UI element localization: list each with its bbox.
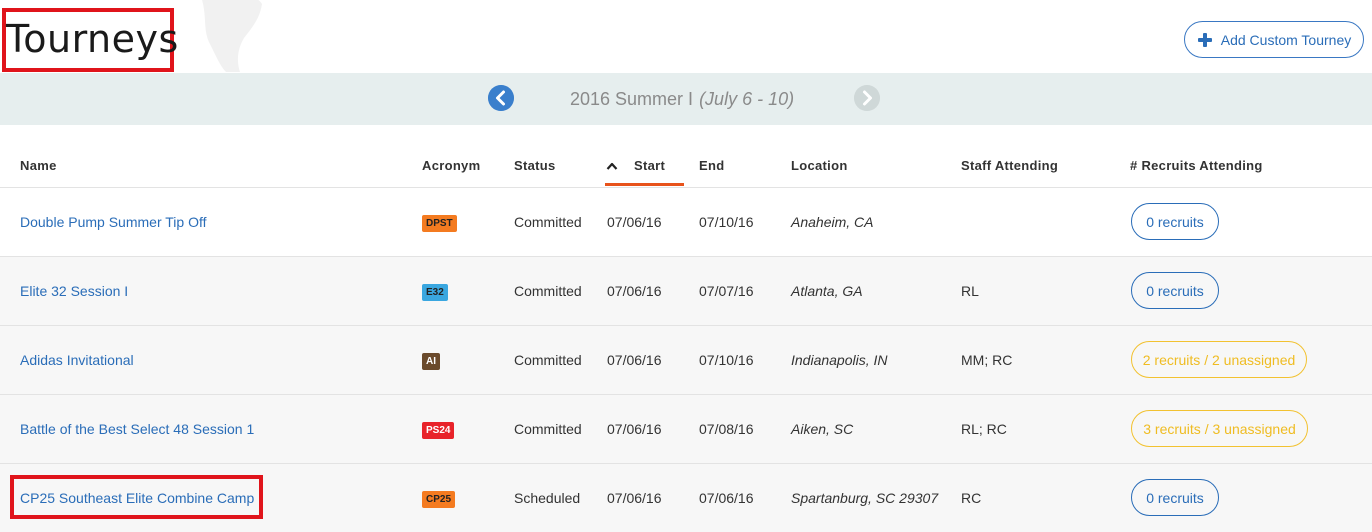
staff-cell: RC: [961, 490, 982, 506]
acronym-badge: PS24: [422, 422, 455, 439]
status-cell: Scheduled: [514, 490, 581, 506]
start-date-cell: 07/06/16: [607, 490, 662, 506]
column-header-name[interactable]: Name: [20, 158, 57, 173]
column-header-acronym[interactable]: Acronym: [422, 158, 480, 173]
column-header-location[interactable]: Location: [791, 158, 848, 173]
staff-cell: RL; RC: [961, 421, 1007, 437]
start-date-cell: 07/06/16: [607, 283, 662, 299]
add-custom-tourney-label: Add Custom Tourney: [1220, 31, 1352, 48]
row-highlight-box: [10, 475, 263, 519]
sort-indicator: [605, 183, 684, 186]
staff-cell: MM; RC: [961, 352, 1013, 368]
tourney-name-link[interactable]: Double Pump Summer Tip Off: [20, 214, 206, 230]
tourney-name-link[interactable]: Adidas Invitational: [20, 352, 134, 368]
period-name: 2016 Summer I: [570, 89, 694, 109]
column-header-end[interactable]: End: [699, 158, 724, 173]
next-period-icon[interactable]: [854, 85, 880, 111]
end-date-cell: 07/10/16: [699, 352, 754, 368]
sort-ascending-icon[interactable]: [606, 161, 618, 171]
end-date-cell: 07/10/16: [699, 214, 754, 230]
location-cell: Spartanburg, SC 29307: [791, 490, 939, 506]
recruits-button[interactable]: 3 recruits / 3 unassigned: [1131, 410, 1308, 447]
period-label: 2016 Summer I (July 6 - 10): [570, 89, 794, 110]
table-row[interactable]: Elite 32 Session I E32 Committed 07/06/1…: [0, 256, 1372, 325]
location-cell: Anaheim, CA: [791, 214, 874, 230]
add-custom-tourney-button[interactable]: Add Custom Tourney: [1184, 21, 1364, 58]
end-date-cell: 07/06/16: [699, 490, 754, 506]
table-row[interactable]: Double Pump Summer Tip Off DPST Committe…: [0, 187, 1372, 256]
start-date-cell: 07/06/16: [607, 421, 662, 437]
recruits-button[interactable]: 2 recruits / 2 unassigned: [1131, 341, 1307, 378]
acronym-badge: AI: [422, 353, 440, 370]
column-header-staff-attending[interactable]: Staff Attending: [961, 158, 1058, 173]
location-cell: Aiken, SC: [791, 421, 854, 437]
table-row[interactable]: Adidas Invitational AI Committed 07/06/1…: [0, 325, 1372, 394]
column-header-start[interactable]: Start: [634, 158, 665, 173]
start-date-cell: 07/06/16: [607, 214, 662, 230]
table-row[interactable]: Battle of the Best Select 48 Session 1 P…: [0, 394, 1372, 463]
status-cell: Committed: [514, 352, 582, 368]
status-cell: Committed: [514, 421, 582, 437]
recruits-button[interactable]: 0 recruits: [1131, 272, 1219, 309]
previous-period-icon[interactable]: [488, 85, 514, 111]
mascot-watermark-icon: [201, 0, 262, 72]
status-cell: Committed: [514, 214, 582, 230]
acronym-badge: DPST: [422, 215, 457, 232]
tourney-name-link[interactable]: Elite 32 Session I: [20, 283, 128, 299]
location-cell: Atlanta, GA: [791, 283, 863, 299]
status-cell: Committed: [514, 283, 582, 299]
plus-icon: [1197, 32, 1212, 47]
page-title: Tourneys: [6, 17, 179, 61]
tourney-name-link[interactable]: Battle of the Best Select 48 Session 1: [20, 421, 254, 437]
end-date-cell: 07/07/16: [699, 283, 754, 299]
period-dates: (July 6 - 10): [699, 89, 795, 109]
acronym-badge: CP25: [422, 491, 456, 508]
acronym-badge: E32: [422, 284, 448, 301]
end-date-cell: 07/08/16: [699, 421, 754, 437]
column-header-recruits-attending[interactable]: # Recruits Attending: [1130, 158, 1263, 173]
start-date-cell: 07/06/16: [607, 352, 662, 368]
recruits-button[interactable]: 0 recruits: [1131, 203, 1219, 240]
location-cell: Indianapolis, IN: [791, 352, 888, 368]
recruits-button[interactable]: 0 recruits: [1131, 479, 1219, 516]
column-header-status[interactable]: Status: [514, 158, 556, 173]
staff-cell: RL: [961, 283, 979, 299]
